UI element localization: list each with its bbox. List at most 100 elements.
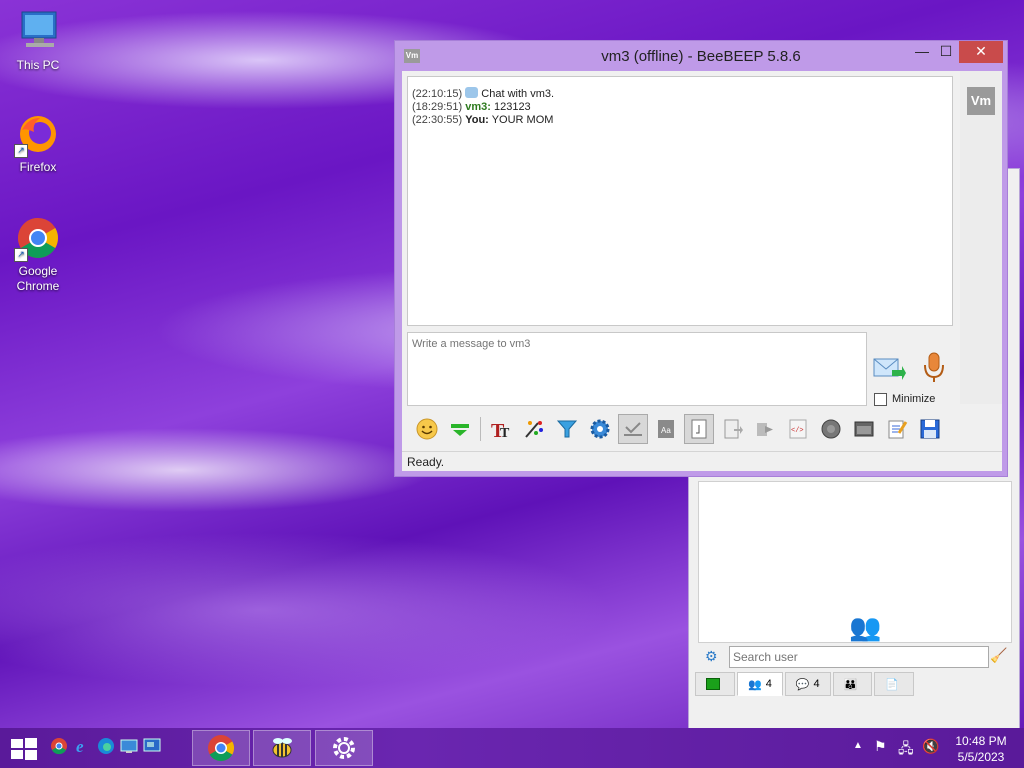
edge-icon — [98, 738, 114, 754]
firefox-icon: ↗ — [14, 110, 62, 158]
message-input[interactable] — [408, 333, 866, 405]
search-row: ⚙ 🧹 — [698, 645, 1010, 671]
chat-history[interactable]: (22:10:15) Chat with vm3. (18:29:51) vm3… — [407, 76, 953, 326]
message-input-box — [407, 332, 867, 406]
internet-explorer-icon: e — [76, 737, 84, 756]
quick-launch-ie[interactable]: e — [74, 737, 92, 756]
clock-date: 5/5/2023 — [957, 750, 1005, 764]
desktop-icon-google-chrome[interactable]: ↗ Google Chrome — [0, 214, 76, 294]
tab-files[interactable]: 📄 — [874, 672, 915, 696]
maximize-window-button[interactable]: ☐ — [931, 41, 961, 63]
chat-message: (22:10:15) Chat with vm3. — [412, 87, 555, 100]
groups-icon: 👪 — [843, 678, 858, 691]
spellcheck-icon — [624, 422, 642, 436]
desktop-icon-label: Google Chrome — [16, 264, 60, 293]
main-tabs: 👥 4 💬 4 👪 📄 — [695, 672, 915, 696]
gear-icon — [333, 737, 355, 759]
taskbar-settings[interactable] — [315, 730, 373, 766]
settings-gear-icon[interactable]: ⚙ — [705, 648, 718, 665]
users-count: 4 — [765, 678, 772, 690]
avatar[interactable]: Vm — [967, 87, 995, 115]
taskbar: e ▲ ⚑ 🖧 🔇 10:48 PM 5/5/2023 — [0, 728, 1024, 768]
voice-message-button[interactable] — [922, 351, 946, 385]
user-list[interactable]: 👥 — [698, 481, 1012, 643]
save-button[interactable] — [915, 414, 945, 444]
desktop-icon-firefox[interactable]: ↗ Firefox — [0, 110, 76, 175]
monitor-icon — [120, 739, 138, 753]
minimize-checkbox[interactable] — [874, 392, 887, 406]
desktop-icon-this-pc[interactable]: This PC — [0, 8, 76, 73]
notes-button[interactable] — [882, 414, 912, 444]
taskbar-beebeep[interactable] — [253, 730, 311, 766]
emoticons-button[interactable] — [412, 414, 442, 444]
taskbar-chrome[interactable] — [192, 730, 250, 766]
user-panel: Vm — [960, 71, 1002, 404]
volume-muted-icon[interactable]: 🔇 — [922, 738, 939, 755]
quick-launch-edge[interactable] — [97, 737, 115, 755]
code-icon: </> — [789, 419, 807, 439]
screenshot-button[interactable] — [849, 414, 879, 444]
clock-time: 10:48 PM — [955, 734, 1007, 748]
spellcheck-button[interactable] — [618, 414, 648, 444]
send-message-button[interactable] — [872, 356, 906, 382]
file-icon — [724, 419, 743, 439]
word-completion-button[interactable] — [684, 414, 714, 444]
microphone-icon — [924, 352, 944, 382]
files-icon: 📄 — [885, 678, 900, 691]
svg-text:e: e — [76, 737, 84, 755]
minimize-option[interactable]: Minimize — [874, 391, 935, 407]
filter-button[interactable] — [552, 414, 582, 444]
clock[interactable]: 10:48 PM 5/5/2023 — [950, 733, 1012, 765]
computer-icon — [14, 8, 62, 56]
start-button[interactable] — [10, 737, 38, 761]
send-file-button[interactable] — [750, 414, 780, 444]
quick-launch-remote[interactable] — [143, 737, 161, 755]
font-button[interactable]: TT — [486, 414, 516, 444]
tab-groups[interactable]: 👪 — [832, 672, 873, 696]
font-color-button[interactable] — [519, 414, 549, 444]
show-hidden-icons-icon[interactable]: ▲ — [853, 740, 863, 751]
system-tray: ▲ ⚑ 🖧 🔇 — [850, 728, 950, 768]
message-nick: You: — [465, 114, 489, 126]
quick-launch-desktop[interactable] — [120, 737, 138, 755]
chat-client-area: (22:10:15) Chat with vm3. (18:29:51) vm3… — [402, 71, 1002, 471]
chats-icon: 💬 — [795, 678, 810, 691]
tab-users[interactable]: 👥 4 — [737, 672, 783, 696]
users-tab-icon: 👥 — [748, 678, 762, 691]
settings-button[interactable] — [585, 414, 615, 444]
gear-icon — [590, 419, 610, 439]
green-arrow-icon — [451, 424, 469, 436]
windows-logo-icon — [11, 738, 37, 760]
shortcut-arrow-icon: ↗ — [14, 144, 28, 158]
network-icon[interactable]: 🖧 — [898, 738, 914, 762]
send-envelope-icon — [873, 358, 906, 380]
floppy-disk-icon — [920, 419, 940, 439]
svg-text:Aa: Aa — [661, 426, 671, 435]
chat-toolbar: TT Aa </> — [402, 409, 1002, 449]
status-bar: Ready. — [402, 451, 1002, 471]
close-window-button[interactable]: ✕ — [959, 41, 1003, 63]
dictionary-button[interactable]: Aa — [651, 414, 681, 444]
save-chat-button[interactable] — [717, 414, 747, 444]
document-icon — [691, 419, 707, 439]
clear-search-icon[interactable]: 🧹 — [990, 647, 1007, 664]
chat-message: (18:29:51) vm3: 123123 — [412, 101, 531, 113]
action-center-flag-icon[interactable]: ⚑ — [874, 738, 887, 755]
book-icon: Aa — [658, 420, 674, 438]
record-button[interactable] — [816, 414, 846, 444]
search-user-input[interactable] — [729, 646, 989, 668]
filter-icon — [556, 420, 578, 438]
notepad-icon — [888, 420, 908, 439]
shortcut-arrow-icon: ↗ — [14, 248, 28, 262]
record-icon — [821, 419, 841, 439]
screenshot-icon — [854, 421, 874, 437]
toggle-input-button[interactable] — [445, 414, 475, 444]
chat-titlebar[interactable]: Vm vm3 (offline) - BeeBEEP 5.8.6 — ☐ ✕ — [395, 41, 1007, 71]
quick-launch-chrome[interactable] — [50, 737, 68, 755]
chrome-icon — [51, 738, 67, 755]
message-nick: vm3: — [465, 101, 491, 113]
tab-network[interactable] — [695, 672, 735, 696]
tab-chats[interactable]: 💬 4 — [784, 672, 831, 696]
html-code-button[interactable]: </> — [783, 414, 813, 444]
bee-icon — [272, 738, 292, 758]
